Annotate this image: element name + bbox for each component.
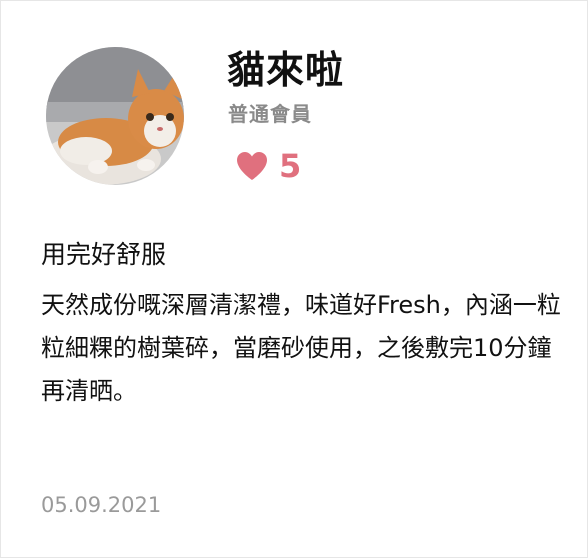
like-button[interactable]: 5: [235, 147, 301, 185]
avatar[interactable]: [46, 47, 184, 185]
review-body: 天然成份嘅深層清潔禮，味道好Fresh，內涵一粒粒細粿的樹葉碎，當磨砂使用，之後…: [41, 291, 561, 405]
username: 貓來啦: [227, 48, 345, 92]
review-card: 貓來啦 普通會員 5 用完好舒服 天然成份嘅深層清潔禮，味道好Fresh，內涵一…: [0, 0, 588, 558]
review-date: 05.09.2021: [41, 493, 162, 517]
member-level: 普通會員: [228, 102, 312, 126]
heart-icon: [237, 152, 267, 180]
like-count: 5: [279, 147, 302, 185]
review-title: 用完好舒服: [41, 240, 167, 269]
cat-photo-icon: [46, 47, 184, 185]
